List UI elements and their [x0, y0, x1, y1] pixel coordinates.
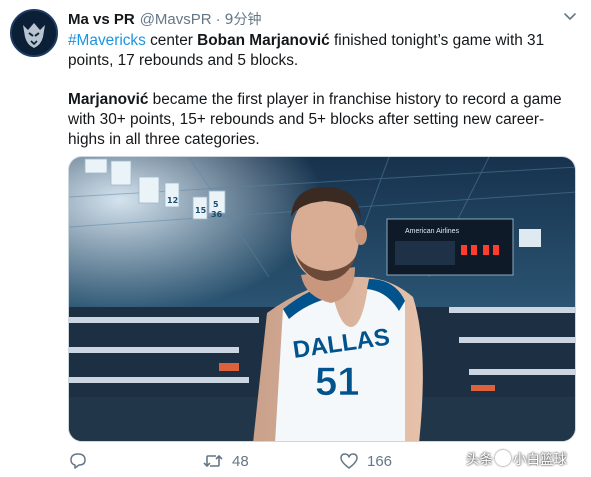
chevron-down-icon[interactable]	[562, 8, 578, 24]
retweet-button[interactable]: 48	[202, 450, 249, 472]
tweet-text: #Mavericks center Boban Marjanović finis…	[68, 31, 580, 150]
tweet-paragraph-2: Marjanović became the first player in fr…	[68, 90, 580, 150]
watermark: 头条 小白篮球	[466, 447, 567, 469]
player-name: Boban Marjanović	[197, 32, 330, 49]
like-button[interactable]: 166	[339, 450, 392, 472]
author-handle[interactable]: @MavsPR	[140, 11, 212, 28]
tweet-paragraph-1: #Mavericks center Boban Marjanović finis…	[68, 31, 580, 71]
watermark-badge-icon	[495, 450, 511, 466]
banner-number: 15	[195, 206, 207, 215]
heart-icon	[340, 453, 358, 469]
retweet-count: 48	[232, 452, 249, 470]
avatar[interactable]	[10, 9, 58, 57]
player-photo-image: 12 15 5 36 American Airlines DALLAS 51	[69, 157, 575, 441]
reply-icon	[70, 453, 86, 469]
watermark-prefix: 头条	[466, 452, 493, 468]
banner-number: 36	[211, 210, 223, 219]
hashtag-link[interactable]: #Mavericks	[68, 32, 146, 49]
banner-number: 5	[213, 200, 219, 209]
tweet-photo[interactable]: 12 15 5 36 American Airlines DALLAS 51	[68, 156, 576, 442]
scoreboard-brand: American Airlines	[405, 228, 460, 235]
banner-number: 12	[167, 196, 178, 205]
watermark-account: 小白篮球	[513, 452, 567, 468]
text-segment: center	[145, 32, 198, 49]
jersey-number-text: 51	[315, 360, 360, 404]
reply-button[interactable]	[68, 450, 96, 472]
tweet-card[interactable]: Ma vs PR @MavsPR · 9分钟 #Mavericks center…	[0, 0, 591, 477]
like-count: 166	[367, 452, 393, 470]
tweet-timestamp[interactable]: 9分钟	[225, 9, 262, 29]
tweet-header: Ma vs PR @MavsPR · 9分钟	[68, 9, 262, 29]
author-name[interactable]: Ma vs PR	[68, 11, 135, 28]
separator-dot: ·	[215, 11, 221, 28]
mavericks-logo-icon	[12, 11, 56, 55]
retweet-icon	[203, 454, 223, 468]
player-surname: Marjanović	[68, 91, 149, 108]
